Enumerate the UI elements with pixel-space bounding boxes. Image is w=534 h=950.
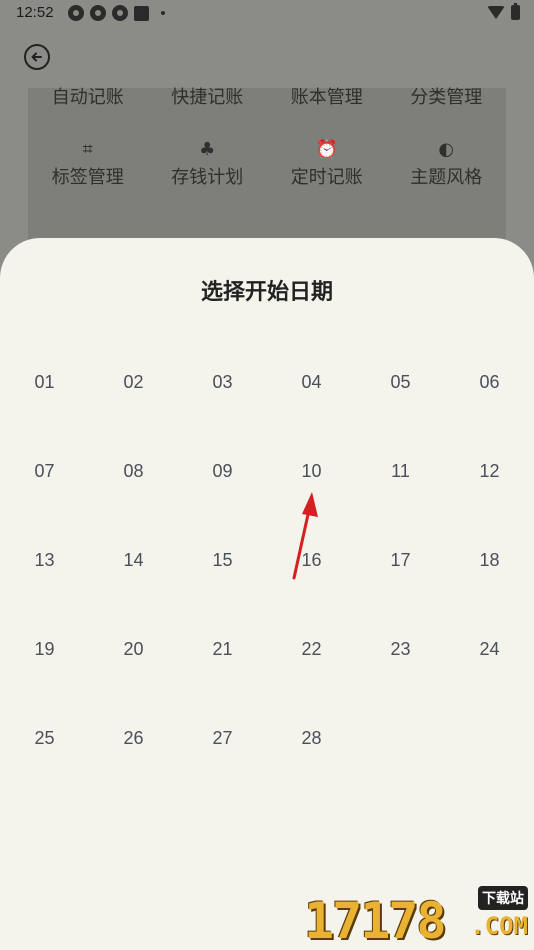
day-option[interactable]: 12 — [445, 427, 534, 516]
day-grid: 01 02 03 04 05 06 07 08 09 10 11 12 13 14 15 16 17 18 19 20… — [0, 338, 534, 783]
day-option[interactable]: 07 — [0, 427, 89, 516]
menu-item-label: 账本管理 — [290, 87, 363, 108]
watermark-main: 17178 — [304, 892, 447, 950]
sheet-title: 选择开始日期 — [200, 280, 333, 305]
watermark-logo: 17178 下载站 .COM — [304, 886, 530, 950]
back-arrow-circle-icon — [31, 52, 42, 62]
date-picker-sheet: 选择开始日期 01 02 03 04 05 06 07 08 09 10 11 12 13 14 15 16 1… — [0, 238, 534, 950]
alarm-icon: ⏰ — [315, 139, 338, 160]
menu-item-saving-plan[interactable]: ♣ 存钱计划 — [148, 139, 268, 193]
menu-item-category-manage[interactable]: 分类管理 — [387, 80, 507, 113]
day-option[interactable]: 08 — [89, 427, 178, 516]
day-option[interactable]: 22 — [267, 605, 356, 694]
day-option[interactable]: 16 — [267, 516, 356, 605]
day-option[interactable]: 02 — [89, 338, 178, 427]
day-option[interactable]: 28 — [267, 694, 356, 783]
notification-icons — [68, 5, 165, 21]
sync-icon — [112, 5, 128, 21]
square-icon — [134, 5, 149, 21]
back-button[interactable] — [24, 44, 50, 70]
sprout-icon: ♣ — [199, 139, 216, 160]
menu-item-label: 标签管理 — [51, 167, 124, 188]
day-option[interactable]: 04 — [267, 338, 356, 427]
menu-item-tag-manage[interactable]: ⌗ 标签管理 — [28, 139, 148, 193]
day-option[interactable]: 05 — [356, 338, 445, 427]
day-option[interactable]: 21 — [178, 605, 267, 694]
menu-item-scheduled-record[interactable]: ⏰ 定时记账 — [267, 139, 387, 193]
tag-icon: ⌗ — [82, 139, 93, 160]
day-option[interactable]: 19 — [0, 605, 89, 694]
day-option[interactable]: 18 — [445, 516, 534, 605]
watermark-com: .COM — [470, 912, 528, 940]
day-option[interactable]: 26 — [89, 694, 178, 783]
menu-item-auto-record[interactable]: 自动记账 — [28, 80, 148, 113]
menu-item-label: 分类管理 — [410, 87, 483, 108]
menu-item-label: 自动记账 — [51, 87, 124, 108]
watermark-tag: 下载站 — [478, 886, 528, 910]
menu-item-label: 定时记账 — [290, 167, 363, 188]
system-icons — [487, 3, 520, 20]
day-option[interactable]: 25 — [0, 694, 89, 783]
day-option[interactable]: 20 — [89, 605, 178, 694]
day-option[interactable]: 23 — [356, 605, 445, 694]
menu-item-ledger-manage[interactable]: 账本管理 — [267, 80, 387, 113]
status-time: 12:52 — [16, 4, 54, 21]
day-option[interactable]: 10 — [267, 427, 356, 516]
day-option[interactable]: 03 — [178, 338, 267, 427]
menu-item-label: 主题风格 — [410, 167, 483, 188]
day-option[interactable]: 11 — [356, 427, 445, 516]
battery-icon — [511, 3, 520, 20]
palette-icon: ◐ — [438, 139, 455, 160]
menu-grid: 自动记账 快捷记账 账本管理 分类管理 ⌗ 标签管理 ♣ 存钱计划 ⏰ 定时记账… — [28, 80, 506, 193]
day-option[interactable]: 27 — [178, 694, 267, 783]
day-option[interactable]: 01 — [0, 338, 89, 427]
day-option[interactable]: 15 — [178, 516, 267, 605]
dot-icon — [161, 11, 165, 15]
day-option[interactable]: 14 — [89, 516, 178, 605]
sync-icon — [68, 5, 84, 21]
day-option[interactable]: 09 — [178, 427, 267, 516]
menu-item-label: 存钱计划 — [171, 167, 244, 188]
day-option[interactable]: 17 — [356, 516, 445, 605]
menu-item-label: 快捷记账 — [171, 87, 244, 108]
day-option[interactable]: 24 — [445, 605, 534, 694]
day-option[interactable]: 06 — [445, 338, 534, 427]
day-option[interactable]: 13 — [0, 516, 89, 605]
wifi-icon — [487, 6, 505, 19]
menu-item-theme-style[interactable]: ◐ 主题风格 — [387, 139, 507, 193]
status-bar: 12:52 — [0, 0, 534, 28]
menu-item-quick-record[interactable]: 快捷记账 — [148, 80, 268, 113]
sync-icon — [90, 5, 106, 21]
